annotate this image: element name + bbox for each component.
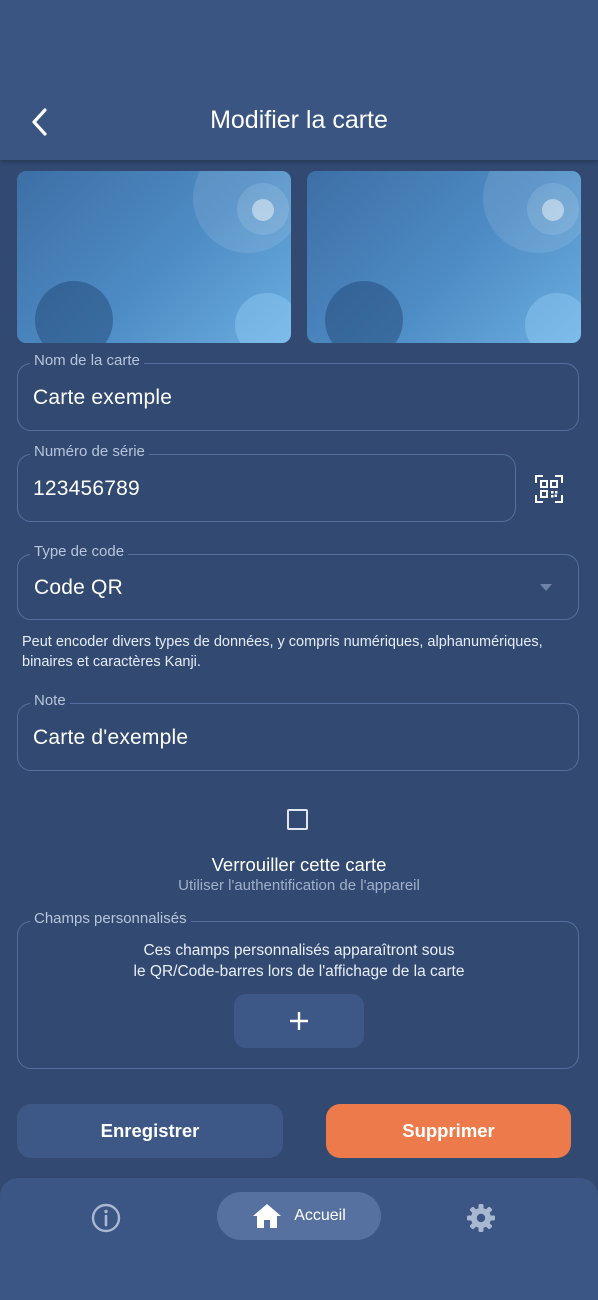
custom-fields-description: Ces champs personnalisés apparaîtront so… xyxy=(133,942,465,980)
custom-fields-box: Champs personnalisés Ces champs personna… xyxy=(17,910,579,1069)
gear-icon xyxy=(467,1204,495,1232)
nav-settings[interactable] xyxy=(461,1198,501,1238)
card-front-image[interactable] xyxy=(17,171,291,343)
lock-card-title: Verrouiller cette carte xyxy=(211,854,387,875)
note-field[interactable]: Note Carte d'exemple xyxy=(17,692,579,771)
code-type-helper-text: Peut encoder divers types de données, y … xyxy=(22,634,543,670)
home-icon xyxy=(253,1204,282,1228)
serial-number-field[interactable]: Numéro de série 123456789 xyxy=(17,443,516,522)
nav-home-label: Accueil xyxy=(294,1207,346,1224)
page-title: Modifier la carte xyxy=(210,106,388,134)
code-type-label: Type de code xyxy=(30,543,129,560)
card-name-input[interactable]: Carte exemple xyxy=(33,386,172,410)
lock-card-subtitle: Utiliser l'authentification de l'apparei… xyxy=(178,877,420,894)
note-label: Note xyxy=(30,692,70,709)
qr-scan-icon xyxy=(535,475,563,503)
add-custom-field-button[interactable] xyxy=(234,994,364,1048)
delete-button[interactable]: Supprimer xyxy=(326,1104,571,1158)
custom-fields-label: Champs personnalisés xyxy=(30,910,191,927)
serial-number-label: Numéro de série xyxy=(30,443,149,460)
code-type-value: Code QR xyxy=(34,576,123,599)
code-type-select[interactable]: Type de code Code QR xyxy=(17,543,579,620)
nav-info[interactable] xyxy=(86,1198,126,1238)
card-name-label: Nom de la carte xyxy=(30,352,144,369)
info-icon xyxy=(91,1203,121,1233)
note-input[interactable]: Carte d'exemple xyxy=(33,726,188,750)
lock-card-checkbox[interactable] xyxy=(287,809,308,830)
nav-home[interactable]: Accueil xyxy=(217,1192,381,1240)
app-header: Modifier la carte xyxy=(0,0,598,160)
caret-down-icon xyxy=(540,584,552,591)
card-name-field[interactable]: Nom de la carte Carte exemple xyxy=(17,352,579,431)
plus-icon xyxy=(290,1012,308,1030)
bottom-navigation: Accueil xyxy=(0,1178,598,1300)
save-button[interactable]: Enregistrer xyxy=(17,1104,283,1158)
card-back-image[interactable] xyxy=(307,171,581,343)
scan-code-button[interactable] xyxy=(530,472,568,506)
serial-number-input[interactable]: 123456789 xyxy=(33,477,140,501)
